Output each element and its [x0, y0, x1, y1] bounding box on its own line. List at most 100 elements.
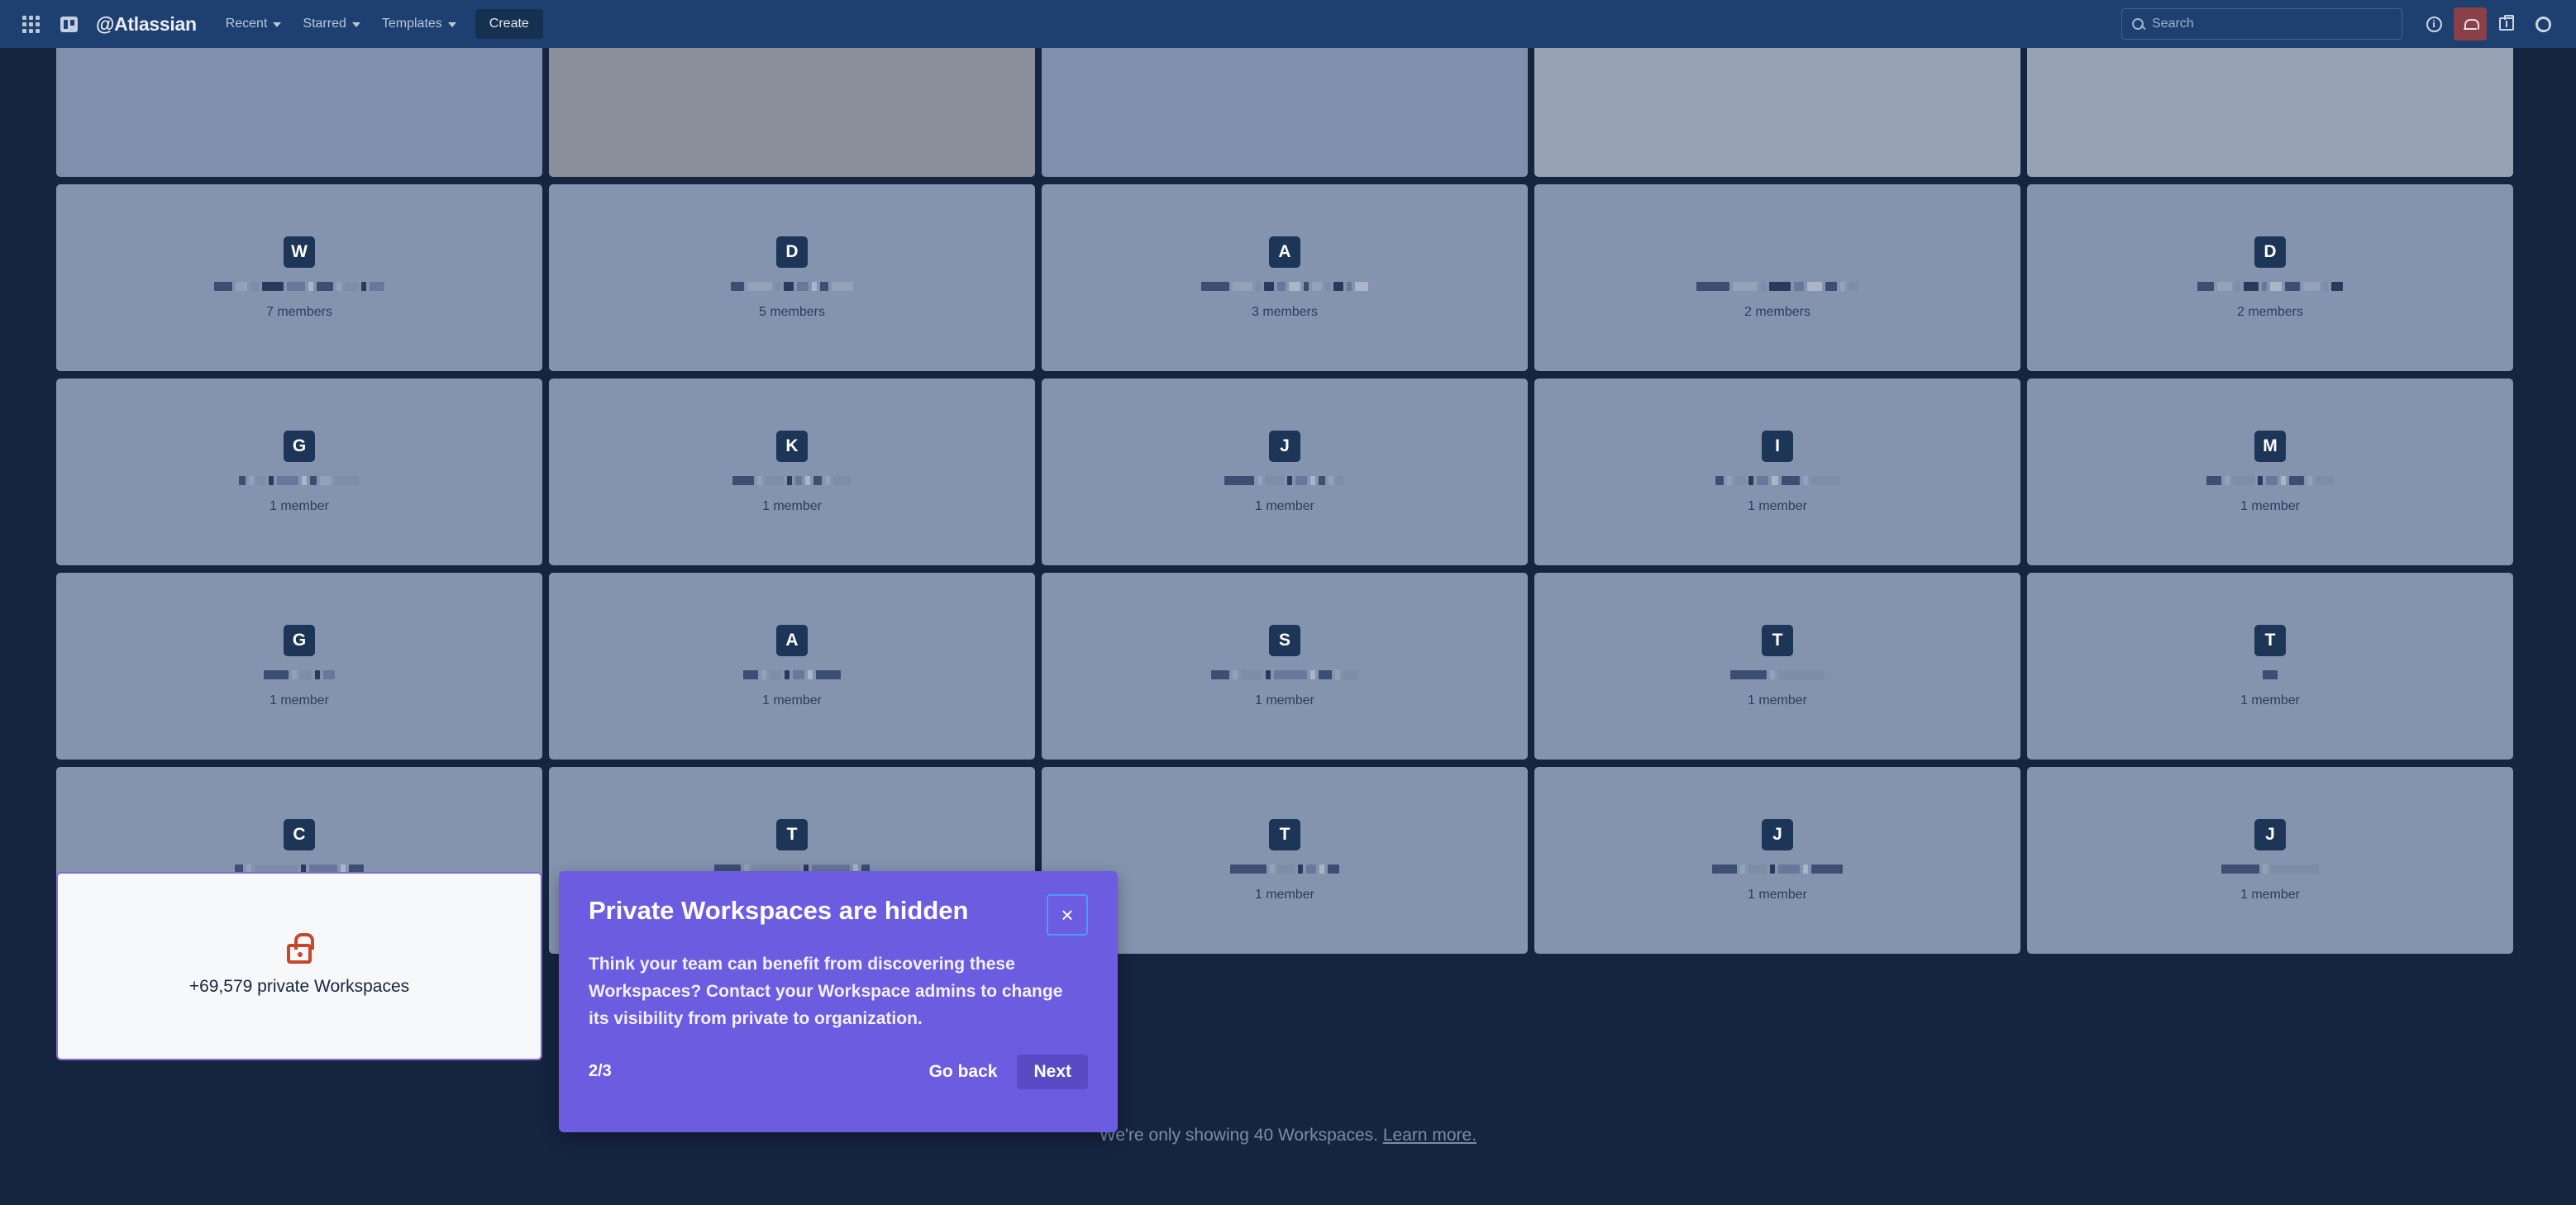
workspace-member-count: 1 member	[1255, 693, 1314, 708]
workspace-avatar: G	[284, 431, 315, 462]
workspace-brand[interactable]: @Atlassian	[96, 13, 197, 36]
close-icon[interactable]: ×	[1047, 894, 1088, 936]
workspace-card[interactable]: G 1 member	[56, 379, 542, 565]
workspace-card[interactable]: G1 member	[56, 573, 542, 760]
workspace-name-redacted	[1712, 863, 1843, 874]
boards-home-button[interactable]	[50, 5, 88, 43]
learn-more-link[interactable]: Learn more.	[1383, 1126, 1476, 1145]
workspace-card-cell: T 1 member	[1534, 573, 2027, 767]
workspace-avatar: T	[2254, 625, 2286, 656]
onboarding-popup: Private Workspaces are hidden × Think yo…	[559, 871, 1118, 1132]
workspace-avatar: J	[2254, 819, 2286, 850]
workspace-card[interactable]: K1 member	[549, 379, 1035, 565]
workspace-member-count: 2 members	[1744, 305, 1810, 320]
lock-icon	[287, 944, 312, 964]
workspace-card[interactable]: A3 members	[1042, 184, 1528, 371]
search-input[interactable]: Search	[2121, 8, 2402, 40]
workspace-card[interactable]: J1 member	[1042, 379, 1528, 565]
workspace-card[interactable]: T1 member	[2027, 573, 2513, 760]
search-placeholder: Search	[2152, 17, 2194, 31]
settings-button[interactable]	[2526, 7, 2559, 40]
workspace-member-count: 1 member	[1748, 499, 1807, 514]
create-button[interactable]: Create	[475, 9, 543, 39]
chevron-down-icon	[352, 22, 360, 27]
workspace-avatar: D	[776, 236, 808, 268]
workspace-card-cell: M1 member	[2027, 379, 2520, 573]
workspaces-footer-note: We're only showing 40 Workspaces. Learn …	[0, 1126, 2576, 1145]
popup-header: Private Workspaces are hidden ×	[589, 896, 1088, 936]
workspace-name-redacted	[2197, 280, 2343, 291]
workspace-avatar: I	[1762, 431, 1793, 462]
workspace-card[interactable]: W7 members	[56, 184, 542, 371]
nav-item-starred[interactable]: Starred	[292, 10, 370, 38]
private-workspaces-card[interactable]: +69,579 private Workspaces	[56, 872, 542, 1060]
workspace-card-cell: D2 members	[2027, 184, 2520, 379]
workspace-avatar: J	[1269, 431, 1300, 462]
workspace-card-cell: D 5 members	[549, 184, 1042, 379]
nav-item-recent-label: Recent	[226, 17, 268, 31]
workspace-card-cell: A 1 member	[549, 573, 1042, 767]
gear-icon	[2535, 17, 2551, 32]
workspace-name-redacted	[214, 280, 384, 291]
workspace-card[interactable]: D2 members	[2027, 184, 2513, 371]
workspace-card-cell: K1 member	[549, 379, 1042, 573]
workspace-card[interactable]: A 1 member	[549, 573, 1035, 760]
top-navigation-bar: @Atlassian Recent Starred Templates Crea…	[0, 0, 2576, 48]
bell-icon	[2464, 18, 2477, 31]
nav-right-group: Search i	[2121, 7, 2559, 40]
workspace-avatar: A	[776, 625, 808, 656]
go-back-button[interactable]: Go back	[918, 1055, 1009, 1089]
workspace-card[interactable]: 2 members	[1534, 184, 2020, 371]
apps-grid-button[interactable]	[12, 5, 50, 43]
workspace-avatar: C	[284, 819, 315, 850]
workspace-card-cell: G 1 member	[56, 379, 549, 573]
next-button[interactable]: Next	[1017, 1055, 1088, 1089]
chevron-down-icon	[273, 22, 281, 27]
search-icon	[2132, 18, 2144, 30]
workspace-name-redacted	[1211, 669, 1358, 679]
briefcase-icon	[2499, 17, 2514, 31]
workspace-member-count: 5 members	[759, 305, 825, 320]
nav-item-recent[interactable]: Recent	[215, 10, 293, 38]
workspace-card[interactable]: J1 member	[1534, 767, 2020, 954]
nav-item-starred-label: Starred	[303, 17, 346, 31]
popup-footer: 2/3 Go back Next	[589, 1055, 1088, 1089]
chevron-down-icon	[448, 22, 456, 27]
workspace-member-count: 1 member	[1255, 888, 1314, 903]
workspace-card-cell: W7 members	[56, 184, 549, 379]
workspace-member-count: 1 member	[270, 693, 329, 708]
workspace-card[interactable]: I 1 member	[1534, 379, 2020, 565]
workspace-name-redacted	[743, 669, 841, 679]
workspace-card[interactable]: M1 member	[2027, 379, 2513, 565]
workspace-card-cell: A3 members	[1042, 184, 1534, 379]
workspace-name-redacted	[732, 474, 852, 485]
workspace-avatar: S	[1269, 625, 1300, 656]
workspace-member-count: 1 member	[1748, 693, 1807, 708]
workspace-card[interactable]: T 1 member	[1534, 573, 2020, 760]
workspace-avatar: T	[1762, 625, 1793, 656]
private-workspaces-label: +69,579 private Workspaces	[189, 977, 409, 997]
workspace-name-redacted	[1230, 863, 1339, 874]
board-icon	[60, 17, 78, 32]
workspace-name-redacted	[2206, 474, 2334, 485]
workspace-card-cell: J1 member	[2027, 767, 2520, 961]
workspace-name-redacted	[2221, 863, 2319, 874]
workspace-member-count: 7 members	[266, 305, 332, 320]
footer-note-text: We're only showing 40 Workspaces.	[1100, 1126, 1378, 1145]
workspace-card[interactable]: S 1 member	[1042, 573, 1528, 760]
workspace-avatar: A	[1269, 236, 1300, 268]
workspace-avatar: M	[2254, 431, 2286, 462]
info-button[interactable]: i	[2417, 7, 2450, 40]
workspace-member-count: 1 member	[270, 499, 329, 514]
workspace-card[interactable]: J1 member	[2027, 767, 2513, 954]
workspace-name-redacted	[239, 474, 360, 485]
workspace-name-redacted	[1715, 474, 1839, 485]
notifications-button[interactable]	[2454, 7, 2487, 40]
nav-item-templates[interactable]: Templates	[371, 10, 467, 38]
workspace-name-redacted	[1730, 669, 1825, 679]
workspace-card[interactable]: D 5 members	[549, 184, 1035, 371]
workspace-avatar	[1762, 236, 1793, 268]
workspace-member-count: 1 member	[762, 693, 822, 708]
briefcase-button[interactable]	[2490, 7, 2523, 40]
popup-body-text: Think your team can benefit from discove…	[589, 950, 1085, 1033]
